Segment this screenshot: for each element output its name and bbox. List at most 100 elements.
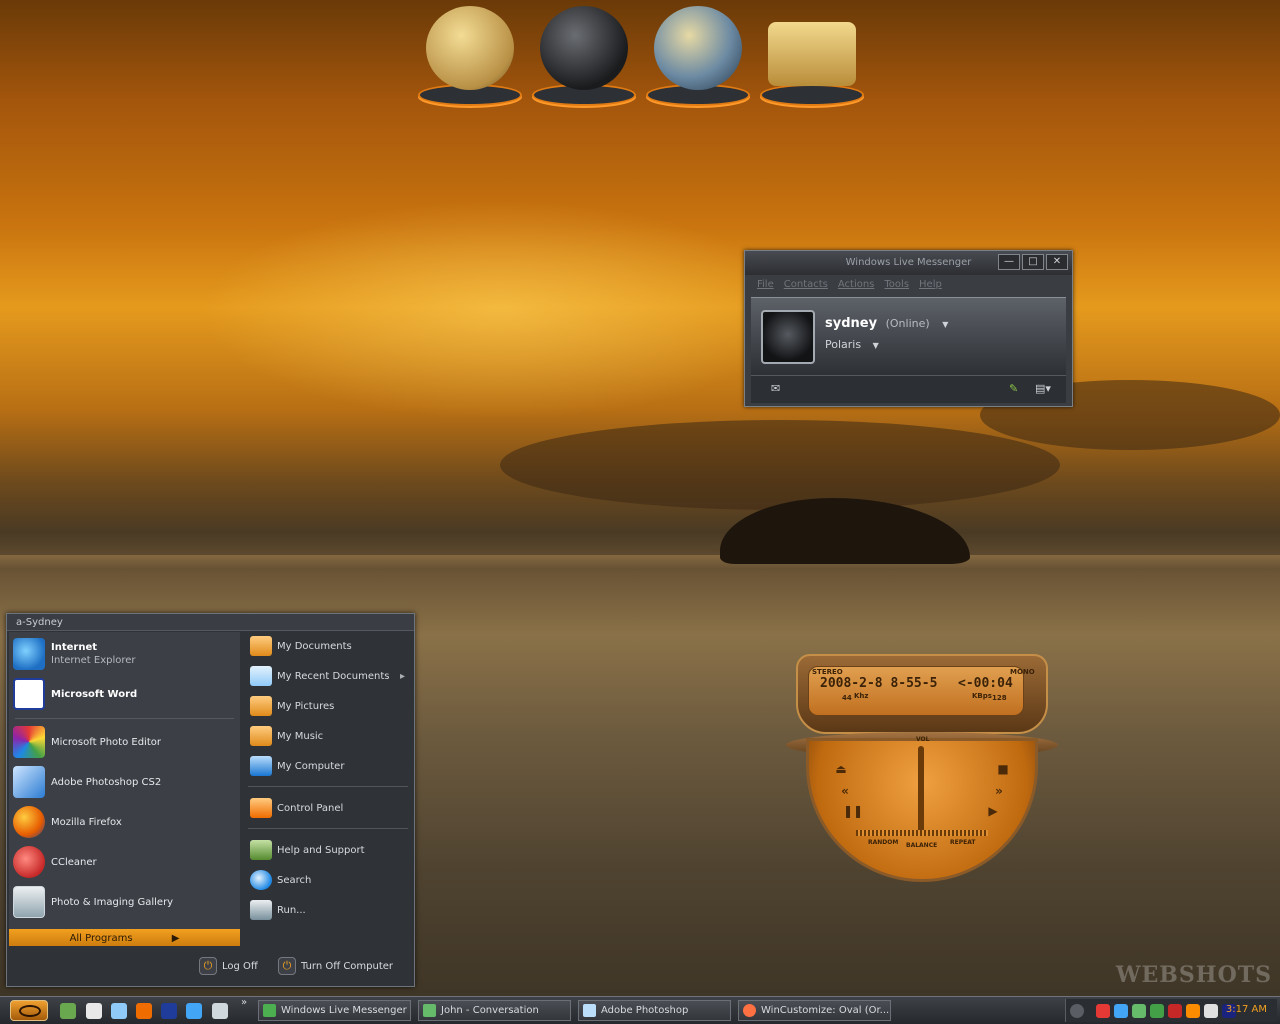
messenger-icon (263, 1004, 276, 1017)
pause-button[interactable]: ❚❚ (842, 804, 864, 822)
stop-button[interactable]: ■ (992, 762, 1014, 780)
tray-icon-2[interactable] (1114, 1004, 1128, 1018)
internet-explorer-icon (13, 638, 45, 670)
profile-card: sydney (Online) ▼ Polaris ▼ (751, 297, 1066, 375)
clock[interactable]: 3:17 AM (1226, 1004, 1267, 1015)
tray-icon-7[interactable] (1204, 1004, 1218, 1018)
previous-button[interactable]: « (834, 784, 856, 802)
firefox-icon (743, 1004, 756, 1017)
system-tray: 3:17 AM (1065, 999, 1277, 1022)
tray-icon-3[interactable] (1132, 1004, 1146, 1018)
repeat-label[interactable]: REPEAT (950, 839, 976, 846)
tray-collapse-icon[interactable] (1070, 1004, 1084, 1018)
right-item-label: My Recent Documents (277, 670, 390, 682)
task-label: WinCustomize: Oval (Or... (761, 1005, 890, 1016)
dock-item-folder[interactable] (757, 4, 867, 108)
paintbrush-icon[interactable]: ✎ (1009, 382, 1025, 396)
word-icon[interactable] (161, 1003, 177, 1019)
kbps-unit: KBps (972, 692, 992, 700)
messenger-window: Windows Live Messenger — □ ✕ File Contac… (744, 250, 1073, 407)
right-item-help[interactable]: Help and Support (250, 840, 365, 860)
recent-photo-editor[interactable]: Microsoft Photo Editor (13, 726, 161, 758)
dock-item-disk[interactable] (415, 4, 525, 108)
turn-off-button[interactable]: ⏻ Turn Off Computer (278, 957, 393, 975)
pictures-folder-icon (250, 696, 272, 716)
start-menu: a-Sydney Internet Internet Explorer Micro… (6, 613, 415, 987)
quicklaunch-icon-2[interactable] (86, 1003, 102, 1019)
volume-slider[interactable] (918, 746, 924, 834)
music-folder-icon (250, 726, 272, 746)
tray-icon-5[interactable] (1168, 1004, 1182, 1018)
divider (248, 828, 408, 829)
task-conversation[interactable]: John - Conversation (418, 1000, 571, 1021)
eject-button[interactable]: ⏏ (830, 762, 852, 780)
tray-icon-4[interactable] (1150, 1004, 1164, 1018)
task-messenger[interactable]: Windows Live Messenger (258, 1000, 411, 1021)
menu-icon[interactable]: ▤▾ (1035, 382, 1051, 396)
task-wincustomize[interactable]: WinCustomize: Oval (Or... (738, 1000, 891, 1021)
search-icon (250, 870, 272, 890)
task-photoshop[interactable]: Adobe Photoshop (578, 1000, 731, 1021)
tray-icon-1[interactable] (1096, 1004, 1110, 1018)
chevron-down-icon[interactable]: ▼ (873, 341, 879, 350)
personal-message-text: Polaris (825, 338, 862, 351)
photoshop-icon (583, 1004, 596, 1017)
play-button[interactable]: ▶ (982, 804, 1004, 822)
recent-photo-gallery[interactable]: Photo & Imaging Gallery (13, 886, 173, 918)
right-item-label: My Documents (277, 640, 352, 652)
menu-actions[interactable]: Actions (838, 275, 875, 295)
firefox-icon (13, 806, 45, 838)
menu-contacts[interactable]: Contacts (784, 275, 828, 295)
right-item-my-pictures[interactable]: My Pictures (250, 696, 334, 716)
pinned-word[interactable]: Microsoft Word (13, 678, 137, 710)
quicklaunch-overflow[interactable]: » (241, 997, 247, 1008)
close-button[interactable]: ✕ (1046, 254, 1068, 270)
menu-tools[interactable]: Tools (884, 275, 909, 295)
recent-firefox[interactable]: Mozilla Firefox (13, 806, 122, 838)
menu-file[interactable]: File (757, 275, 774, 295)
firefox-icon (540, 6, 628, 90)
photoshop-icon (13, 766, 45, 798)
profile-name[interactable]: sydney (Online) ▼ (825, 316, 948, 331)
random-label[interactable]: RANDOM (868, 839, 898, 846)
recent-photoshop[interactable]: Adobe Photoshop CS2 (13, 766, 161, 798)
menu-help[interactable]: Help (919, 275, 942, 295)
start-logo-icon (19, 1005, 41, 1017)
tray-icon-6[interactable] (1186, 1004, 1200, 1018)
minimize-button[interactable]: — (998, 254, 1020, 270)
folder-icon (768, 22, 856, 86)
right-item-search[interactable]: Search (250, 870, 311, 890)
right-item-control-panel[interactable]: Control Panel (250, 798, 343, 818)
pinned-internet[interactable]: Internet Internet Explorer (13, 638, 136, 670)
quicklaunch-icon-4[interactable] (136, 1003, 152, 1019)
quicklaunch-icon-1[interactable] (60, 1003, 76, 1019)
right-item-recent-documents[interactable]: My Recent Documents ▸ (250, 666, 405, 686)
maximize-button[interactable]: □ (1022, 254, 1044, 270)
desktop-dock (415, 4, 867, 108)
messenger-titlebar[interactable]: Windows Live Messenger — □ ✕ (745, 251, 1072, 275)
mail-icon[interactable]: ✉ (771, 382, 787, 396)
balance-slider[interactable] (856, 830, 988, 836)
log-off-button[interactable]: ⏻ Log Off (199, 957, 258, 975)
personal-message[interactable]: Polaris ▼ (825, 338, 879, 351)
help-icon (250, 840, 272, 860)
dock-item-firefox[interactable] (529, 4, 639, 108)
right-item-my-computer[interactable]: My Computer (250, 756, 344, 776)
ie-icon[interactable] (186, 1003, 202, 1019)
next-button[interactable]: » (988, 784, 1010, 802)
right-item-my-documents[interactable]: My Documents (250, 636, 352, 656)
media-player: STEREO MONO 2008-2-8 8-55-5 <-00:04 44 K… (786, 646, 1058, 882)
right-item-my-music[interactable]: My Music (250, 726, 323, 746)
chevron-down-icon[interactable]: ▼ (942, 320, 948, 329)
mono-label: MONO (1010, 668, 1035, 676)
pinned-subtitle: Internet Explorer (51, 655, 136, 666)
avatar[interactable] (761, 310, 815, 364)
search-icon[interactable] (212, 1003, 228, 1019)
cloud-bank (500, 420, 1060, 510)
start-button[interactable] (10, 1000, 48, 1021)
recent-label: Mozilla Firefox (51, 816, 122, 828)
right-item-run[interactable]: Run... (250, 900, 306, 920)
recent-ccleaner[interactable]: CCleaner (13, 846, 97, 878)
dock-item-globe[interactable] (643, 4, 753, 108)
quicklaunch-icon-3[interactable] (111, 1003, 127, 1019)
